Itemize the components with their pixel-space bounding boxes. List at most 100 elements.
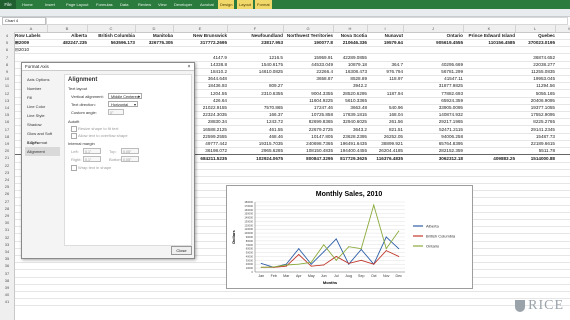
table-cell[interactable]: 29141.2345 <box>515 126 555 133</box>
table-cell[interactable]: 65924.359 <box>403 97 463 104</box>
table-cell[interactable] <box>227 162 283 169</box>
table-cell[interactable]: 196491.6435 <box>333 140 367 147</box>
table-cell[interactable] <box>227 298 283 305</box>
table-cell[interactable]: Newfoundland <box>227 32 283 39</box>
table-cell[interactable] <box>555 68 570 75</box>
table-cell[interactable]: 166.37 <box>227 111 283 118</box>
table-cell[interactable] <box>47 284 87 291</box>
table-cell[interactable] <box>135 46 173 53</box>
table-cell[interactable]: 10147.805 <box>283 133 333 140</box>
wrap-text-checkbox[interactable] <box>71 165 77 171</box>
table-cell[interactable] <box>515 169 555 176</box>
table-cell[interactable]: 11255.0835 <box>515 68 555 75</box>
table-cell[interactable] <box>515 219 555 226</box>
table-cell[interactable]: ⊟2010 <box>15 46 47 53</box>
table-cell[interactable] <box>463 133 515 140</box>
table-cell[interactable] <box>47 54 87 61</box>
table-cell[interactable]: 461.55 <box>227 126 283 133</box>
table-cell[interactable] <box>463 291 515 298</box>
table-cell[interactable] <box>403 291 463 298</box>
table-cell[interactable] <box>47 277 87 284</box>
table-cell[interactable]: 19377.1055 <box>515 104 555 111</box>
table-cell[interactable] <box>333 162 367 169</box>
right-margin-input[interactable]: 0.1" <box>83 156 101 162</box>
table-cell[interactable] <box>463 118 515 125</box>
table-cell[interactable] <box>15 277 47 284</box>
table-cell[interactable]: 42289.0855 <box>333 54 367 61</box>
tab-page-layout[interactable]: Page Layout <box>66 0 88 9</box>
table-cell[interactable] <box>555 234 570 241</box>
table-cell[interactable]: 29217.1965 <box>403 118 463 125</box>
table-cell[interactable]: 32940.6025 <box>333 118 367 125</box>
table-cell[interactable]: 326776.305 <box>135 39 173 46</box>
table-cell[interactable] <box>555 241 570 248</box>
table-cell[interactable] <box>555 255 570 262</box>
close-button[interactable]: Close <box>171 246 192 255</box>
table-cell[interactable] <box>135 54 173 61</box>
table-cell[interactable] <box>515 248 555 255</box>
table-cell[interactable] <box>47 270 87 277</box>
table-cell[interactable]: Manitoba <box>135 32 173 39</box>
table-cell[interactable]: 540.96 <box>367 104 403 111</box>
table-cell[interactable]: 5 <box>555 39 570 46</box>
table-cell[interactable] <box>515 205 555 212</box>
table-cell[interactable]: 5610.3365 <box>333 97 367 104</box>
table-cell[interactable] <box>463 68 515 75</box>
table-cell[interactable] <box>367 176 403 183</box>
table-cell[interactable]: 17247.46 <box>283 104 333 111</box>
tab-insert[interactable]: Insert <box>45 0 55 9</box>
nav-line-color[interactable]: Line Color <box>25 102 60 111</box>
table-cell[interactable]: 41547.11 <box>403 75 463 82</box>
table-cell[interactable]: 1187.94 <box>367 90 403 97</box>
table-cell[interactable] <box>555 97 570 104</box>
table-cell[interactable] <box>555 226 570 233</box>
table-cell[interactable]: 108150.4835 <box>283 147 333 154</box>
table-cell[interactable] <box>367 291 403 298</box>
table-cell[interactable]: 2310.6355 <box>227 90 283 97</box>
table-cell[interactable] <box>463 46 515 53</box>
table-cell[interactable]: 140874.932 <box>403 111 463 118</box>
table-cell[interactable]: Ontario <box>403 32 463 39</box>
table-cell[interactable]: 110156.4585 <box>463 39 515 46</box>
table-cell[interactable] <box>367 298 403 305</box>
table-cell[interactable]: 8225.2765 <box>515 118 555 125</box>
table-cell[interactable]: 15487.73 <box>515 133 555 140</box>
table-cell[interactable]: 23628.2395 <box>333 133 367 140</box>
table-cell[interactable] <box>135 277 173 284</box>
table-cell[interactable]: ⊞2009 <box>15 39 47 46</box>
table-cell[interactable]: 821.51 <box>367 126 403 133</box>
table-cell[interactable] <box>555 46 570 53</box>
table-cell[interactable] <box>15 54 47 61</box>
table-cell[interactable] <box>87 284 135 291</box>
table-cell[interactable] <box>555 126 570 133</box>
table-cell[interactable] <box>367 97 403 104</box>
table-cell[interactable]: 33905.0095 <box>403 104 463 111</box>
table-cell[interactable] <box>283 46 333 53</box>
table-cell[interactable] <box>333 169 367 176</box>
table-cell[interactable] <box>173 270 227 277</box>
table-cell[interactable]: 44533.049 <box>283 61 333 68</box>
table-cell[interactable] <box>333 176 367 183</box>
formula-bar[interactable] <box>46 17 568 25</box>
table-cell[interactable] <box>515 255 555 262</box>
column-header-h[interactable]: H <box>333 25 368 32</box>
table-cell[interactable] <box>367 54 403 61</box>
table-cell[interactable]: 1243.72 <box>227 118 283 125</box>
table-cell[interactable] <box>515 241 555 248</box>
table-cell[interactable]: New Brunswick <box>173 32 227 39</box>
table-cell[interactable]: 8528.89 <box>333 75 367 82</box>
table-cell[interactable] <box>463 162 515 169</box>
tab-view[interactable]: View <box>158 0 167 9</box>
table-cell[interactable]: Nova Scotia <box>333 32 367 39</box>
table-cell[interactable] <box>403 54 463 61</box>
nav-3d-format[interactable]: 3-D Format <box>25 138 60 147</box>
table-cell[interactable]: 4147.9 <box>173 54 227 61</box>
table-cell[interactable] <box>463 126 515 133</box>
table-cell[interactable]: 282152.359 <box>403 147 463 154</box>
nav-fill[interactable]: Fill <box>25 93 60 102</box>
table-cell[interactable]: 22266.4 <box>283 68 333 75</box>
table-cell[interactable] <box>555 118 570 125</box>
table-cell[interactable] <box>283 176 333 183</box>
table-cell[interactable]: 10725.858 <box>283 111 333 118</box>
tab-developer[interactable]: Developer <box>174 0 192 9</box>
